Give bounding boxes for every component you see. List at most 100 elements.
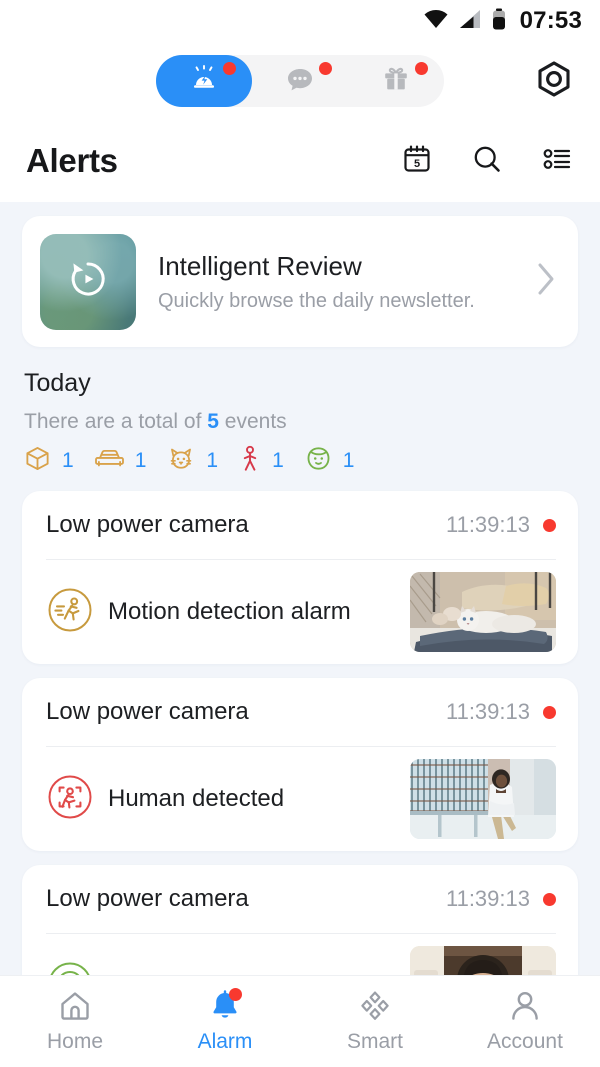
chip-pet[interactable]: 1 [167, 445, 218, 477]
alert-event: Face detected [46, 960, 260, 975]
unread-dot [543, 892, 556, 906]
nav-label-account: Account [487, 1030, 563, 1053]
alert-event-label: Motion detection alarm [108, 598, 351, 625]
calendar-button[interactable]: 5 [400, 144, 434, 178]
alert-time: 11:39:13 [445, 699, 530, 724]
chat-bubble-icon [284, 63, 316, 100]
bell-icon [207, 988, 243, 1023]
person-icon [507, 989, 543, 1023]
page-header: Alerts 5 [0, 120, 600, 202]
alert-card-body[interactable]: Face detected [22, 934, 578, 975]
siren-icon [187, 62, 221, 101]
event-type-chips: 1 1 1 1 1 [24, 445, 576, 477]
chip-face-count: 1 [342, 449, 355, 472]
alert-thumbnail[interactable] [410, 759, 556, 839]
tab-alarm-badge [223, 62, 236, 75]
alert-card-header: Low power camera 11:39:13 [22, 678, 578, 746]
today-summary: There are a total of 5 events [24, 410, 576, 434]
alert-card-body[interactable]: Human detected [22, 747, 578, 851]
status-bar-time: 07:53 [519, 7, 582, 34]
gear-icon [537, 60, 571, 102]
chip-face[interactable]: 1 [305, 445, 355, 477]
gift-icon [380, 63, 412, 100]
chip-motion[interactable]: 1 [239, 445, 284, 477]
wifi-icon [423, 9, 449, 34]
alert-device-name: Low power camera [46, 885, 249, 912]
car-icon [94, 445, 124, 477]
tab-gifts-badge [415, 62, 428, 75]
filter-button[interactable] [540, 144, 574, 178]
chip-vehicle[interactable]: 1 [94, 445, 147, 477]
tab-gifts[interactable] [348, 55, 444, 107]
page-title: Alerts [26, 142, 118, 179]
alert-meta: 11:39:13 [446, 512, 556, 538]
unread-dot [543, 705, 556, 719]
alert-time: 11:39:13 [445, 886, 530, 911]
today-event-count: 5 [207, 410, 219, 433]
tab-messages[interactable] [252, 55, 348, 107]
today-heading: Today [24, 369, 91, 397]
today-summary-suffix: events [218, 410, 287, 433]
alert-card-header: Low power camera 11:39:13 [22, 865, 578, 933]
bottom-navigation: Home Alarm Smart Account [0, 975, 600, 1067]
alert-device-name: Low power camera [46, 698, 249, 725]
package-box-icon [24, 445, 51, 477]
chip-pet-count: 1 [206, 449, 219, 472]
unread-dot [543, 518, 556, 532]
alert-card[interactable]: Low power camera 11:39:13 [22, 865, 578, 975]
alert-event: Motion detection alarm [46, 586, 351, 639]
alert-meta: 11:39:13 [446, 699, 556, 725]
nav-label-home: Home [46, 1030, 104, 1053]
cellular-signal-icon [458, 9, 482, 34]
search-button[interactable] [470, 144, 504, 178]
intelligent-review-text: Intelligent Review Quickly browse the da… [158, 250, 536, 314]
intelligent-review-subtitle: Quickly browse the daily newsletter. [158, 290, 475, 313]
chip-package[interactable]: 1 [24, 445, 74, 477]
alert-event: Human detected [46, 773, 284, 826]
nav-label-alarm: Alarm [197, 1030, 253, 1053]
face-detected-icon [46, 960, 94, 975]
tab-messages-badge [319, 62, 332, 75]
status-bar: 07:53 [0, 0, 600, 42]
tab-alarm[interactable] [156, 55, 252, 107]
top-tab-bar [0, 42, 600, 120]
intelligent-review-thumbnail [40, 233, 136, 330]
nav-item-smart[interactable]: Smart [300, 976, 450, 1067]
smart-diamonds-icon [357, 989, 393, 1023]
motion-detection-icon [46, 586, 94, 639]
today-section: Today There are a total of 5 events 1 1 … [0, 347, 600, 477]
nav-item-home[interactable]: Home [0, 976, 150, 1067]
intelligent-review-card[interactable]: Intelligent Review Quickly browse the da… [22, 216, 578, 347]
alert-meta: 11:39:13 [446, 886, 556, 912]
settings-button[interactable] [534, 60, 574, 102]
intelligent-review-title: Intelligent Review [158, 250, 362, 281]
nav-alarm-badge [229, 988, 242, 1001]
human-detected-icon [46, 773, 94, 826]
chip-package-count: 1 [62, 449, 74, 472]
alert-card-body[interactable]: Motion detection alarm [22, 560, 578, 664]
header-actions: 5 [400, 144, 574, 178]
search-icon [471, 143, 503, 180]
alert-time: 11:39:13 [445, 512, 530, 537]
nav-item-alarm[interactable]: Alarm [150, 976, 300, 1067]
face-icon [305, 445, 332, 477]
alerts-scroll-area[interactable]: Intelligent Review Quickly browse the da… [0, 202, 600, 975]
battery-icon [491, 8, 507, 35]
alert-thumbnail[interactable] [410, 572, 556, 652]
calendar-day-number: 5 [414, 158, 420, 170]
alert-card[interactable]: Low power camera 11:39:13 [22, 491, 578, 664]
alert-device-name: Low power camera [46, 511, 249, 538]
nav-label-smart: Smart [346, 1030, 403, 1053]
nav-item-account[interactable]: Account [450, 976, 600, 1067]
replay-icon [60, 251, 116, 312]
alert-card[interactable]: Low power camera 11:39:13 [22, 678, 578, 851]
chevron-right-icon [536, 262, 556, 301]
walking-person-icon [239, 445, 261, 477]
alert-event-label: Human detected [108, 785, 285, 812]
alert-thumbnail[interactable] [410, 946, 556, 975]
app-screen: 07:53 Alerts 5 Intelligent Review Quickl… [0, 0, 600, 1067]
chip-vehicle-count: 1 [134, 449, 147, 472]
today-summary-prefix: There are a total of [24, 410, 208, 433]
chip-motion-count: 1 [272, 449, 284, 472]
home-icon [57, 989, 93, 1023]
